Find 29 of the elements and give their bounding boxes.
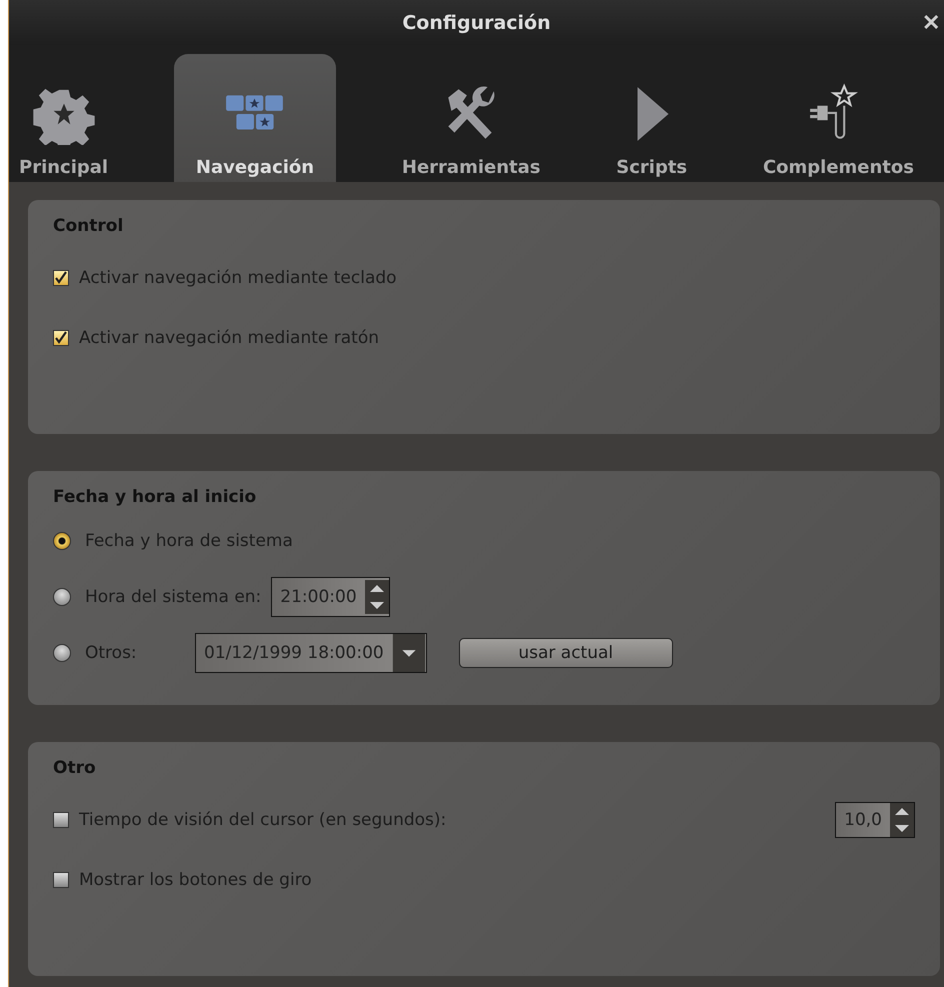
checkbox[interactable] (53, 270, 69, 286)
option-label: Hora del sistema en: (85, 587, 262, 607)
tab[interactable]: Navegación (174, 54, 336, 182)
section-title: Otro (53, 758, 97, 778)
option-label: Activar navegación mediante teclado (79, 268, 397, 288)
tab[interactable]: Complementos (752, 54, 924, 182)
radio-button[interactable] (53, 644, 71, 662)
radio-button[interactable] (53, 532, 71, 550)
tab[interactable]: Scripts (606, 54, 698, 182)
date-dropdown[interactable]: 01/12/1999 18:00:00 (195, 633, 427, 673)
spin-arrows-icon (890, 803, 914, 837)
section-title: Control (53, 216, 124, 236)
spin-arrows-icon (364, 578, 389, 616)
option-label: Tiempo de visión del cursor (en segundos): (79, 810, 446, 830)
tab[interactable]: Herramientas (392, 54, 550, 182)
use-current-button[interactable]: usar actual (458, 638, 673, 668)
checkbox[interactable] (53, 812, 69, 828)
option-label: Otros: (85, 643, 138, 663)
spin-box[interactable]: 21:00:00 (271, 577, 390, 617)
close-button[interactable]: ✕ (922, 10, 940, 36)
option-label: Activar navegación mediante ratón (79, 328, 380, 348)
option-label: Fecha y hora de sistema (85, 531, 293, 551)
radio-button[interactable] (53, 588, 71, 606)
tab[interactable]: Principal (9, 54, 118, 182)
checkbox[interactable] (53, 330, 69, 346)
checkbox[interactable] (53, 872, 69, 888)
window-title: Configuración (402, 12, 551, 34)
option-label: Mostrar los botones de giro (79, 870, 312, 890)
section-title: Fecha y hora al inicio (53, 487, 258, 507)
